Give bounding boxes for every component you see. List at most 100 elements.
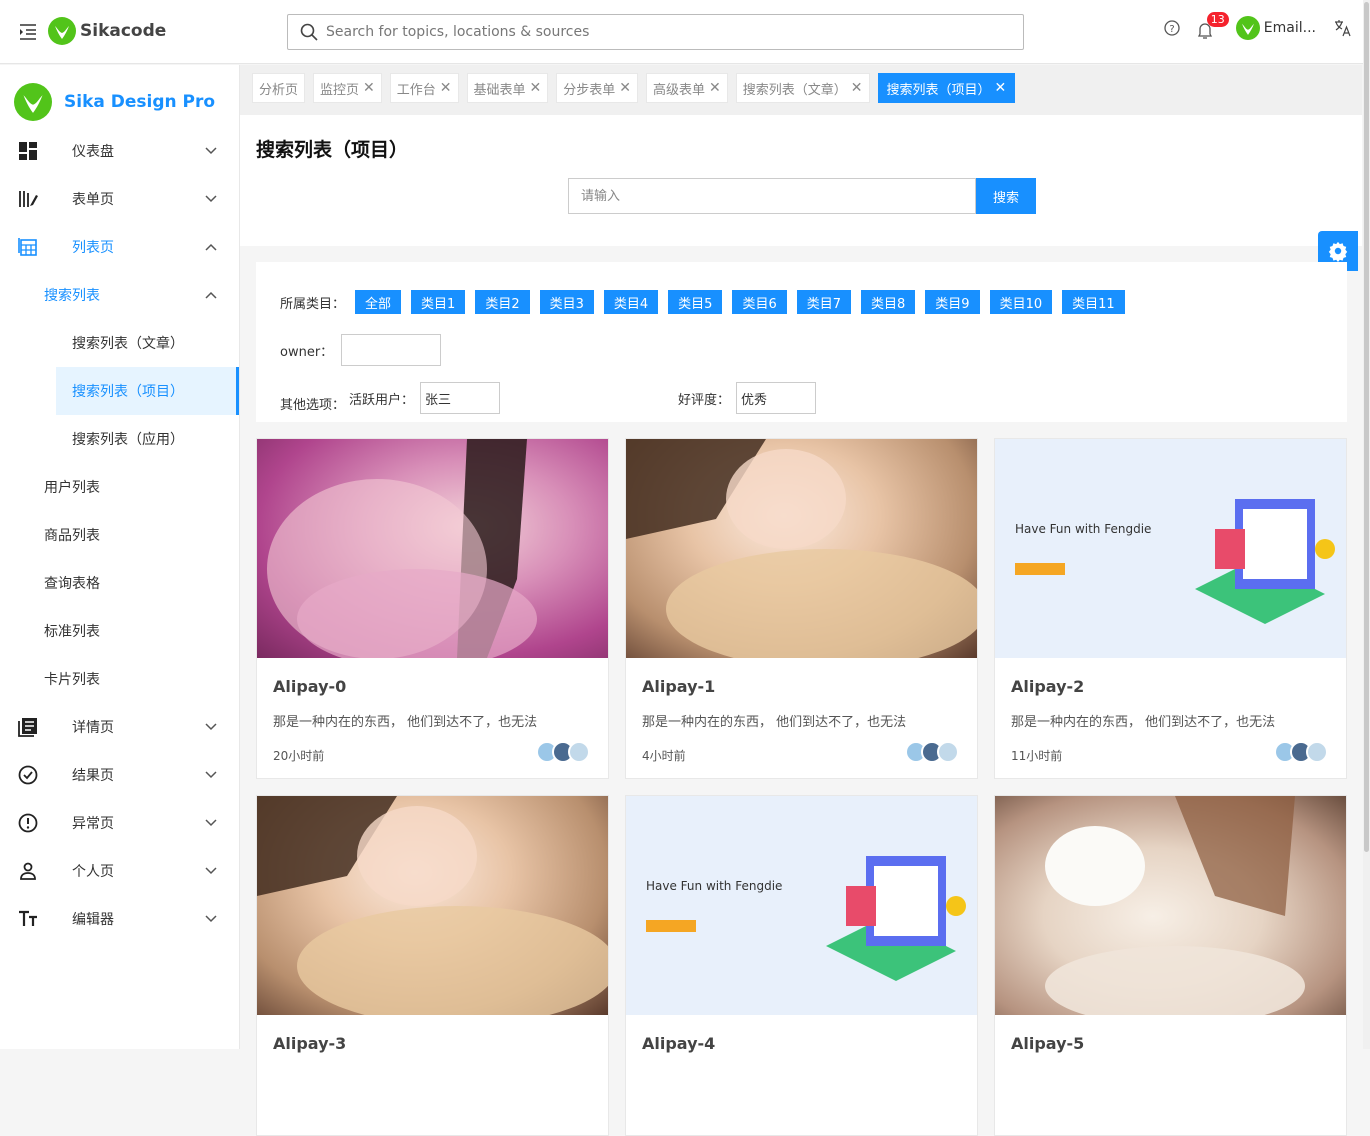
- notification-badge: 13: [1206, 12, 1229, 27]
- category-tag[interactable]: 类目9: [925, 290, 980, 314]
- illustration-heading: Have Fun with Fengdie: [1015, 522, 1151, 536]
- user-menu[interactable]: Email...: [1235, 16, 1316, 40]
- tab-step-form[interactable]: 分步表单 ✕: [556, 73, 639, 103]
- project-card[interactable]: Alipay-0 那是一种内在的东西， 他们到达不了，也无法 20小时前: [256, 438, 609, 779]
- logo[interactable]: Sikacode: [48, 17, 166, 45]
- user-name: Email...: [1263, 20, 1316, 36]
- project-card[interactable]: Alipay-5: [994, 795, 1347, 1136]
- sidebar-item-dashboard[interactable]: 仪表盘: [0, 127, 239, 175]
- sidebar-item-query-table[interactable]: 查询表格: [0, 559, 239, 607]
- search-input[interactable]: [568, 178, 976, 214]
- close-icon[interactable]: ✕: [709, 81, 721, 95]
- card-cover-image: [257, 796, 608, 1015]
- card-cover-image: [626, 439, 977, 658]
- tab-monitor[interactable]: 监控页 ✕: [313, 73, 382, 103]
- tab-analysis[interactable]: 分析页: [252, 73, 306, 103]
- help-icon[interactable]: ?: [1164, 20, 1180, 36]
- svg-text:?: ?: [1169, 24, 1174, 35]
- global-search[interactable]: [287, 14, 1024, 50]
- search-button[interactable]: 搜索: [976, 178, 1036, 214]
- avatar: [1306, 741, 1328, 763]
- scrollbar-thumb[interactable]: [1364, 2, 1369, 852]
- project-card[interactable]: Have Fun with Fengdie Alipay-4: [625, 795, 978, 1136]
- sidebar-item-label: 编辑器: [72, 912, 114, 928]
- sidebar-item-editor[interactable]: 编辑器: [0, 895, 239, 943]
- close-icon[interactable]: ✕: [995, 81, 1007, 95]
- sidebar-item-label: 表单页: [72, 192, 114, 208]
- logo-text: Sikacode: [80, 21, 167, 41]
- category-tag[interactable]: 类目7: [796, 290, 851, 314]
- sidebar-item-search-projects[interactable]: 搜索列表（项目）: [56, 367, 239, 415]
- sidebar-item-card-list[interactable]: 卡片列表: [0, 655, 239, 703]
- rating-select[interactable]: 优秀: [736, 382, 817, 414]
- other-options-label: 其他选项：: [280, 397, 346, 413]
- sidebar-item-search-apps[interactable]: 搜索列表（应用）: [0, 415, 239, 463]
- sidebar-item-label: 搜索列表（项目）: [72, 384, 184, 400]
- chevron-down-icon: [205, 867, 217, 875]
- sidebar-item-label: 异常页: [72, 816, 114, 832]
- global-search-input[interactable]: [326, 24, 1006, 40]
- notification-bell[interactable]: 13: [1197, 12, 1229, 40]
- category-tag[interactable]: 类目11: [1062, 290, 1125, 314]
- sidebar-item-label: 个人页: [72, 864, 114, 880]
- sidebar-item-result[interactable]: 结果页: [0, 751, 239, 799]
- category-tag[interactable]: 类目5: [668, 290, 723, 314]
- sidebar-item-exception[interactable]: 异常页: [0, 799, 239, 847]
- tab-label: 高级表单: [653, 82, 706, 98]
- tab-search-projects[interactable]: 搜索列表（项目） ✕: [877, 73, 1016, 103]
- category-list: 全部 类目1 类目2 类目3 类目4 类目5 类目6 类目7 类目8 类目9 类…: [355, 290, 1125, 314]
- tab-label: 基础表单: [473, 82, 526, 98]
- project-card[interactable]: Alipay-3: [256, 795, 609, 1136]
- category-tag[interactable]: 类目6: [732, 290, 787, 314]
- sidebar-brand[interactable]: Sika Design Pro: [0, 65, 239, 127]
- chevron-down-icon: [205, 915, 217, 923]
- category-tag[interactable]: 类目1: [411, 290, 466, 314]
- dashboard-icon: [19, 142, 37, 160]
- category-tag[interactable]: 类目8: [861, 290, 916, 314]
- owner-select[interactable]: [341, 334, 442, 366]
- card-title: Alipay-5: [1011, 1034, 1085, 1053]
- close-icon[interactable]: ✕: [440, 81, 452, 95]
- page-title: 搜索列表（项目）: [256, 139, 409, 161]
- category-tag[interactable]: 类目4: [603, 290, 659, 314]
- chevron-up-icon: [205, 291, 217, 299]
- owner-label: owner：: [280, 344, 334, 360]
- close-icon[interactable]: ✕: [363, 81, 375, 95]
- active-user-select[interactable]: 张三: [420, 382, 501, 414]
- sidebar-item-user-list[interactable]: 用户列表: [0, 463, 239, 511]
- chevron-down-icon: [205, 195, 217, 203]
- project-card[interactable]: Have Fun with Fengdie Alipay-2 那是一种内在的东西…: [994, 438, 1347, 779]
- sidebar-item-product-list[interactable]: 商品列表: [0, 511, 239, 559]
- sidebar-item-search-list[interactable]: 搜索列表: [0, 271, 239, 319]
- category-tag[interactable]: 全部: [355, 290, 402, 314]
- card-title: Alipay-2: [1011, 677, 1085, 696]
- sidebar-item-search-articles[interactable]: 搜索列表（文章）: [0, 319, 239, 367]
- sidebar-item-form[interactable]: 表单页: [0, 175, 239, 223]
- sidebar-item-profile[interactable]: 详情页: [0, 703, 239, 751]
- tab-search-articles[interactable]: 搜索列表（文章） ✕: [735, 73, 870, 103]
- form-icon: [19, 191, 38, 207]
- active-user-label: 活跃用户：: [349, 392, 415, 408]
- close-icon[interactable]: ✕: [530, 81, 542, 95]
- sidebar-item-label: 详情页: [72, 720, 114, 736]
- tab-basic-form[interactable]: 基础表单 ✕: [466, 73, 549, 103]
- tab-workplace[interactable]: 工作台 ✕: [389, 73, 459, 103]
- category-tag[interactable]: 类目10: [989, 290, 1053, 314]
- close-icon[interactable]: ✕: [619, 81, 631, 95]
- sidebar-item-label: 列表页: [72, 240, 114, 256]
- category-tag[interactable]: 类目2: [475, 290, 530, 314]
- card-title: Alipay-0: [273, 677, 347, 696]
- menu-fold-icon[interactable]: [18, 22, 38, 42]
- card-cover-image: [995, 796, 1346, 1015]
- category-tag[interactable]: 类目3: [539, 290, 594, 314]
- sidebar-item-label: 卡片列表: [44, 672, 100, 688]
- tab-advanced-form[interactable]: 高级表单 ✕: [646, 73, 728, 103]
- tab-label: 工作台: [396, 82, 436, 98]
- sidebar-item-standard-list[interactable]: 标准列表: [0, 607, 239, 655]
- sidebar-item-account[interactable]: 个人页: [0, 847, 239, 895]
- page-scrollbar[interactable]: [1363, 0, 1370, 1049]
- sidebar-item-list[interactable]: 列表页: [0, 223, 239, 271]
- close-icon[interactable]: ✕: [851, 81, 863, 95]
- translate-icon[interactable]: [1334, 19, 1352, 37]
- project-card[interactable]: Alipay-1 那是一种内在的东西， 他们到达不了，也无法 4小时前: [625, 438, 978, 779]
